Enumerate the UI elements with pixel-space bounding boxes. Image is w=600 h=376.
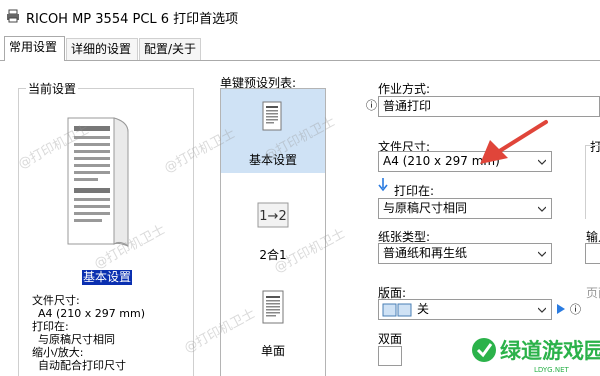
duplex-label: 双面 [378,332,403,346]
play-icon[interactable] [556,303,566,315]
brand-url: LDYG.NET [534,366,569,374]
print-on-select[interactable]: 与原稿尺寸相同 [378,198,552,219]
preset-item-2in1[interactable]: 1→2 2合1 [221,196,325,266]
preset-item-basic[interactable]: 基本设置 [221,89,325,173]
preset-item-single-sided[interactable]: 单面 [221,288,325,358]
document-icon [262,101,282,131]
current-preset-name: 基本设置 [82,270,133,285]
chevron-down-icon [538,307,546,313]
info-icon[interactable]: ⓘ [570,304,581,316]
preset-item-2in1-label: 2合1 [259,248,287,262]
svg-text:1→2: 1→2 [259,209,286,224]
summary-scale-value: 自动配合打印尺寸 [38,359,126,372]
chevron-down-icon [538,251,546,257]
arrow-down-icon [378,178,388,192]
page-layout-value: 关 [417,302,430,316]
page-layout-select[interactable]: 关 [378,299,552,320]
paper-type-value: 普通纸和再生纸 [383,246,468,260]
chevron-down-icon [538,206,546,212]
print-on-value: 与原稿尺寸相同 [383,201,468,215]
summary-scale-label: 缩小/放大: [32,346,84,359]
partial-group-frame [585,145,600,219]
annotation-arrow-icon [480,120,548,164]
job-type-value: 普通打印 [383,99,432,113]
preset-item-single-sided-label: 单面 [260,344,285,358]
summary-paper-size-label: 文件尺寸: [32,294,80,307]
summary-paper-size-value: A4 (210 x 297 mm) [38,307,146,320]
preset-item-basic-label: 基本设置 [248,153,297,167]
single-sided-icon [262,290,284,324]
info-icon[interactable]: ⓘ [366,100,377,112]
summary-print-on-value: 与原稿尺寸相同 [38,333,115,346]
two-in-one-icon: 1→2 [257,202,289,228]
job-type-label: 作业方式: [378,82,431,96]
title-bar: RICOH MP 3554 PCL 6 打印首选项 [0,0,600,32]
paper-type-select[interactable]: 普通纸和再生纸 [378,243,552,264]
brand-logo: 绿道游戏园 LDYG.NET [472,338,600,374]
layout-off-icon [382,303,412,317]
window-title: RICOH MP 3554 PCL 6 打印首选项 [26,12,239,27]
duplex-select[interactable] [378,346,402,366]
job-type-select[interactable]: 普通打印 [378,96,600,117]
tab-common-settings[interactable]: 常用设置 [4,36,65,61]
current-settings-title: 当前设置 [26,80,79,97]
summary-print-on-label: 打印在: [32,320,69,333]
partial-select[interactable] [585,243,600,264]
tab-detailed-settings[interactable]: 详细的设置 [66,38,138,60]
partial-label-page: 页面 [586,286,600,300]
document-preview-icon [67,117,129,247]
tab-config-about[interactable]: 配置/关于 [139,38,201,60]
tab-strip: 常用设置 详细的设置 配置/关于 [0,36,600,61]
brand-name: 绿道游戏园 [500,339,600,363]
print-on-label: 打印在: [394,184,435,198]
printer-icon [7,9,19,23]
